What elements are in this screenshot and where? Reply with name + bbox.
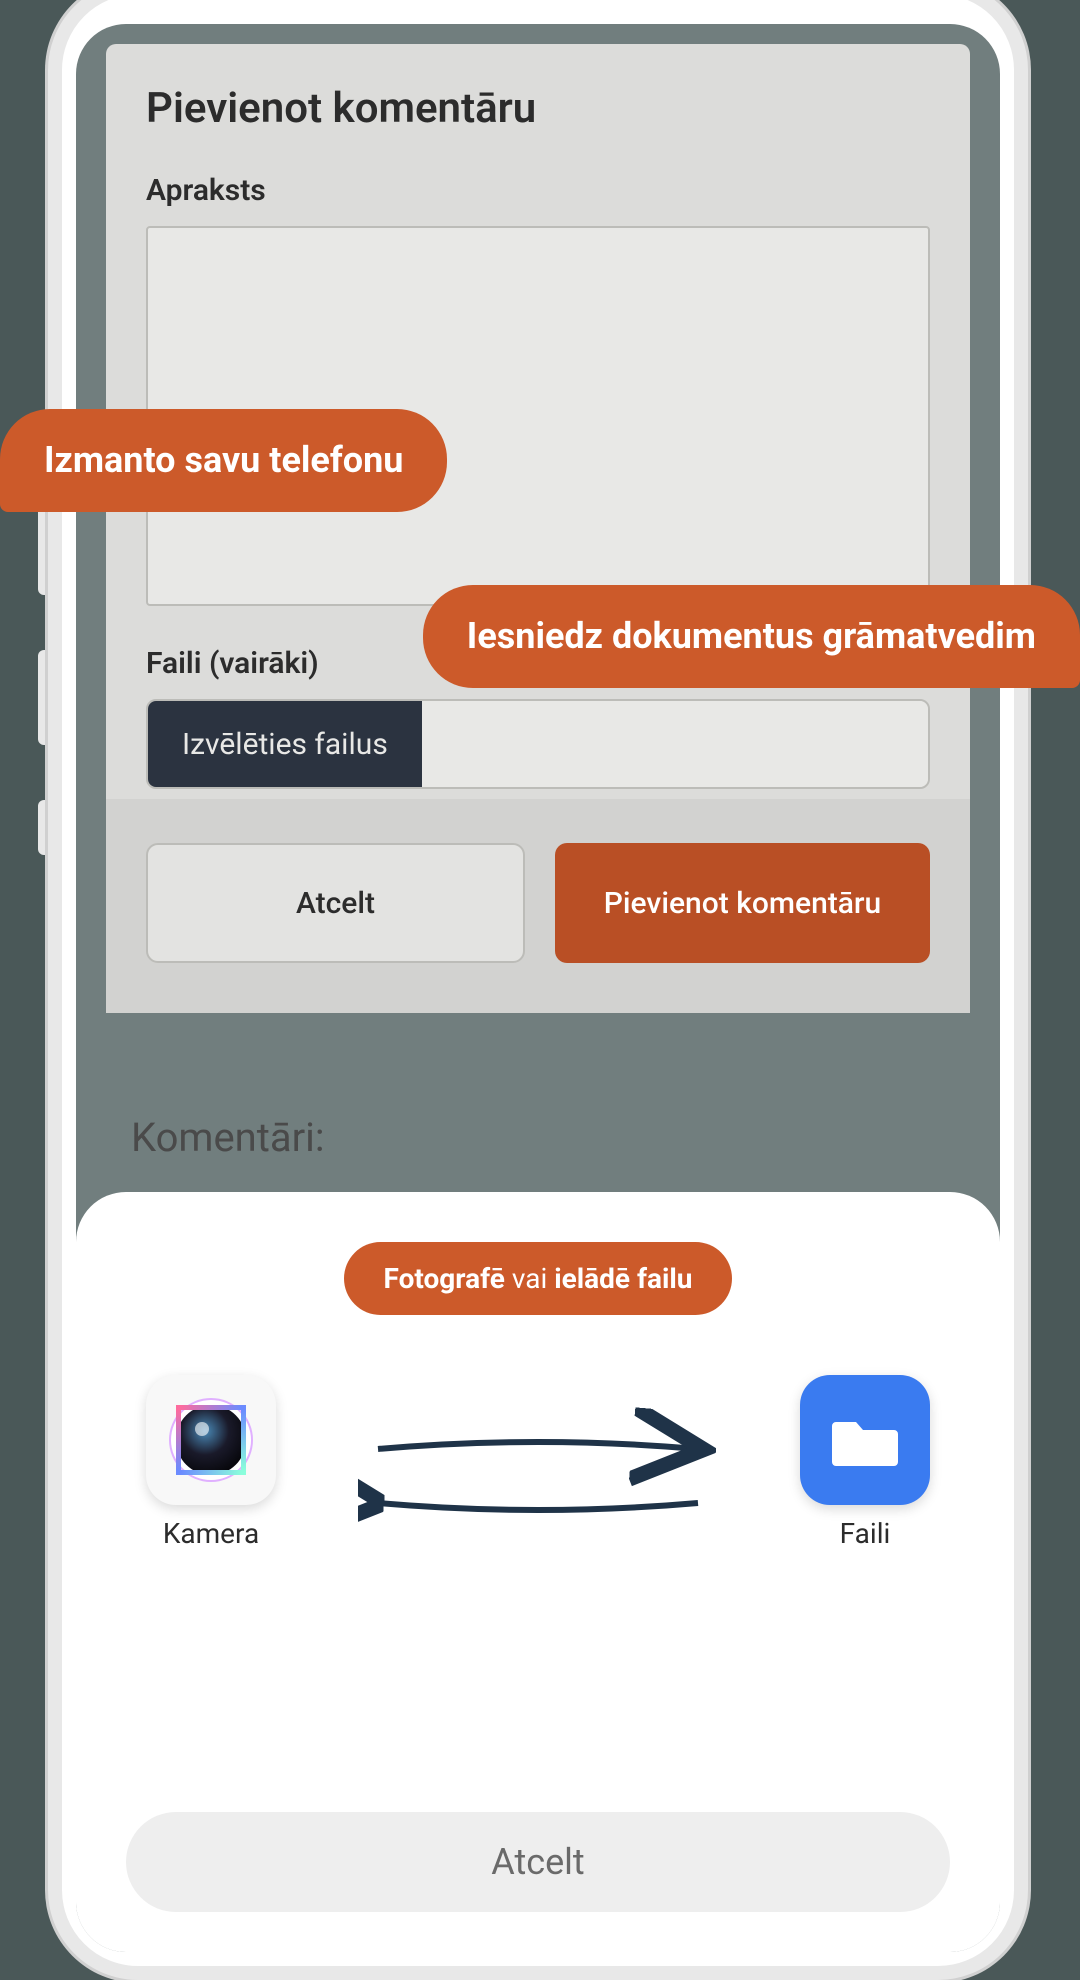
sheet-hint-pill: Fotografē vai ielādē failu	[344, 1242, 733, 1315]
add-comment-modal: Pievienot komentāru Apraksts Faili (vair…	[106, 44, 970, 1013]
submit-comment-button[interactable]: Pievienot komentāru	[555, 843, 930, 963]
callout-use-phone: Izmanto savu telefonu	[0, 409, 447, 512]
app-options-row: Kamera	[126, 1375, 950, 1550]
phone-screen: Komentāri: Pievienot komentāru Apraksts …	[76, 24, 1000, 1952]
cancel-button[interactable]: Atcelt	[146, 843, 525, 963]
files-option[interactable]: Faili	[800, 1375, 930, 1550]
file-picker-row: Izvēlēties failus	[146, 699, 930, 789]
comments-heading: Komentāri:	[131, 1114, 325, 1161]
file-name-display	[422, 701, 928, 787]
description-label: Apraksts	[146, 173, 930, 208]
choose-files-button[interactable]: Izvēlēties failus	[148, 701, 422, 787]
file-source-sheet: Fotografē vai ielādē failu Kamera	[76, 1192, 1000, 1952]
camera-option[interactable]: Kamera	[146, 1375, 276, 1550]
camera-icon	[146, 1375, 276, 1505]
folder-icon	[800, 1375, 930, 1505]
phone-frame: Komentāri: Pievienot komentāru Apraksts …	[48, 0, 1028, 1980]
callout-submit-docs: Iesniedz dokumentus grāmatvedim	[423, 585, 1080, 688]
swap-arrows-icon	[358, 1405, 718, 1545]
sheet-cancel-button[interactable]: Atcelt	[126, 1812, 950, 1912]
modal-title: Pievienot komentāru	[146, 84, 930, 133]
camera-label: Kamera	[163, 1517, 259, 1550]
files-label: Faili	[840, 1517, 891, 1550]
modal-footer: Atcelt Pievienot komentāru	[106, 799, 970, 1013]
